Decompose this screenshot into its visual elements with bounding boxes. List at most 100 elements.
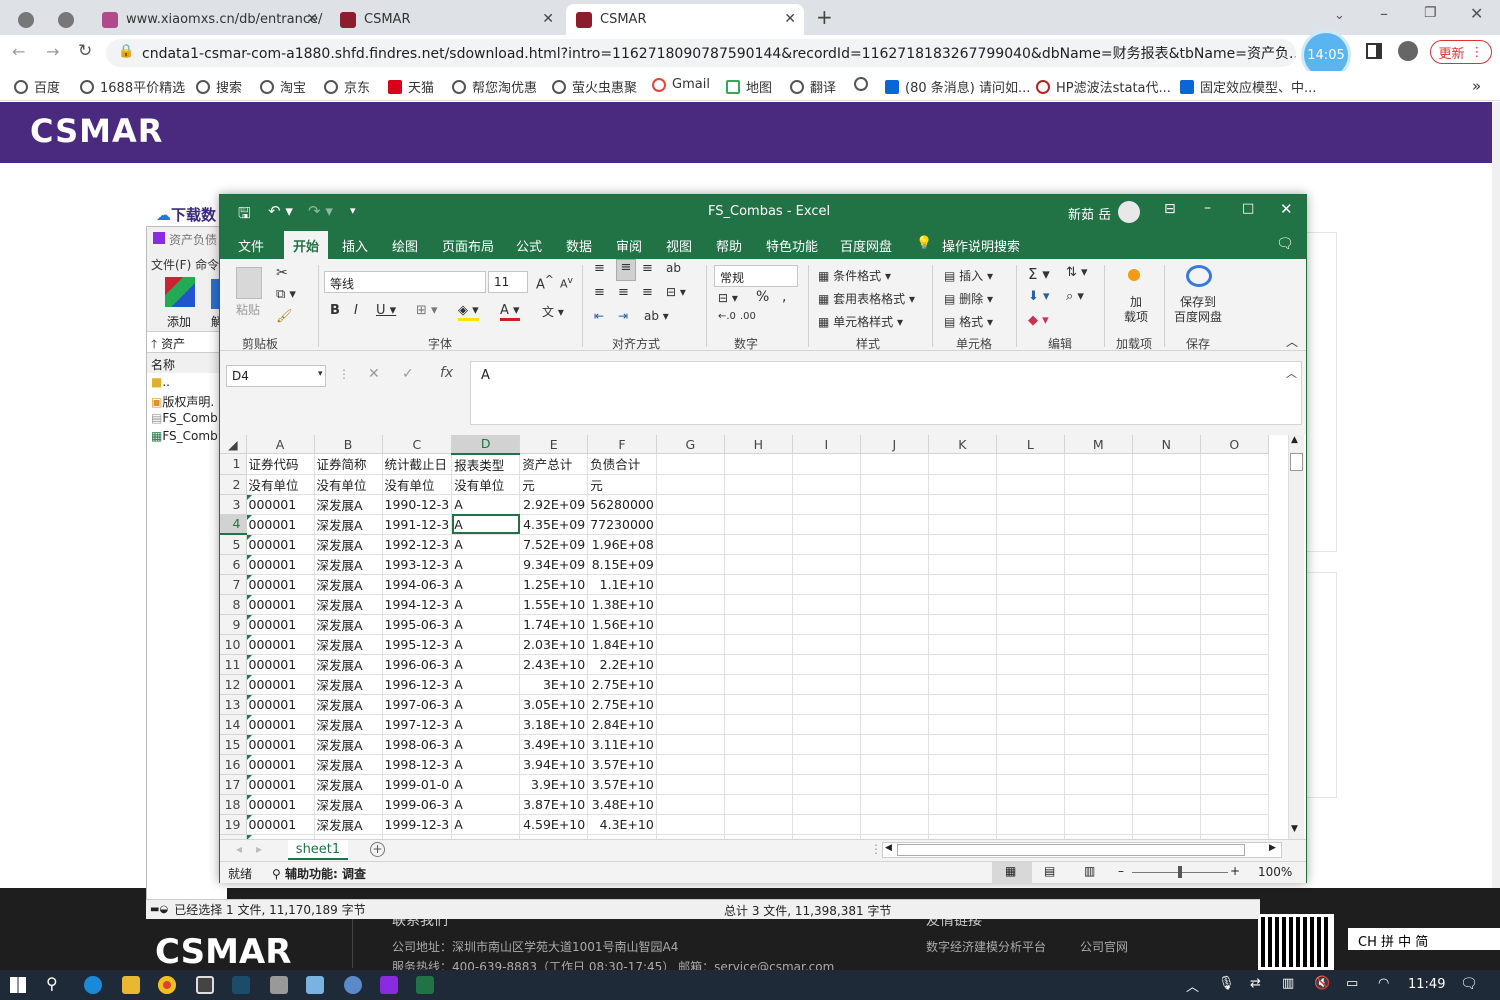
cell[interactable] [656, 714, 725, 735]
cell[interactable]: 2.92E+09 [519, 494, 589, 515]
cell[interactable]: 000001 [246, 614, 315, 635]
cell[interactable] [724, 453, 793, 475]
align-middle-icon[interactable]: ≡ [616, 259, 636, 281]
cell[interactable] [1132, 514, 1201, 535]
minimize-button[interactable]: – [1204, 200, 1211, 216]
cell[interactable] [724, 494, 793, 515]
bookmark-item[interactable]: 萤火虫惠聚 [552, 77, 637, 96]
volume-icon[interactable]: 🔇 [1314, 976, 1330, 991]
app-icon[interactable] [196, 976, 214, 994]
horizontal-scrollbar[interactable]: ◀ ▶ [882, 842, 1282, 858]
cell[interactable] [928, 474, 997, 495]
cell[interactable] [928, 514, 997, 535]
cell[interactable] [996, 674, 1065, 695]
cell[interactable] [996, 594, 1065, 615]
cell[interactable]: 深发展A [314, 534, 383, 555]
cell[interactable] [724, 754, 793, 775]
cell[interactable]: 深发展A [314, 614, 383, 635]
row-header[interactable]: 19 [220, 814, 247, 835]
cell[interactable]: 1996-06-3 [382, 654, 453, 675]
cell[interactable]: 报表类型 [451, 453, 521, 475]
bookmark-item[interactable]: 淘宝 [260, 77, 306, 96]
comma-style-icon[interactable]: , [782, 289, 786, 305]
cell[interactable]: 没有单位 [451, 474, 521, 495]
cell[interactable] [656, 694, 725, 715]
tab-special[interactable]: 特色功能 [766, 236, 818, 255]
windows-start-icon[interactable] [10, 977, 26, 993]
tab-view[interactable]: 视图 [666, 236, 692, 255]
cell[interactable] [792, 694, 861, 715]
zoom-level[interactable]: 100% [1258, 865, 1292, 879]
cell[interactable] [724, 814, 793, 835]
cell[interactable] [928, 774, 997, 795]
cell[interactable] [1132, 814, 1201, 835]
sidepanel-icon[interactable] [1366, 43, 1382, 59]
cell[interactable] [792, 534, 861, 555]
cell[interactable] [928, 814, 997, 835]
cell[interactable]: 000001 [246, 734, 315, 755]
comments-icon[interactable]: 🗨 [1276, 236, 1294, 252]
bookmarks-more[interactable]: » [1472, 77, 1481, 95]
cell[interactable] [1064, 714, 1133, 735]
cell[interactable]: 000001 [246, 594, 315, 615]
scroll-left-icon[interactable]: ◀ [885, 843, 892, 853]
increase-font-icon[interactable]: A^ [536, 273, 554, 292]
row-header[interactable]: 13 [220, 694, 247, 715]
file-row[interactable]: ▦FS_Comb [151, 429, 218, 443]
cell[interactable] [1064, 634, 1133, 655]
cell[interactable] [656, 754, 725, 775]
cell[interactable]: 56280000 [587, 494, 657, 515]
cell[interactable] [1200, 634, 1269, 655]
insert-cells-button[interactable]: ▤ 插入 ▾ [944, 267, 993, 284]
column-header[interactable]: H [724, 435, 793, 454]
cell[interactable] [928, 694, 997, 715]
cell[interactable] [1064, 794, 1133, 815]
close-icon[interactable]: ✕ [306, 11, 318, 27]
accessibility-status[interactable]: ⚲ 辅助功能: 调查 [272, 865, 366, 882]
cell[interactable] [1200, 694, 1269, 715]
sheet-next-icon[interactable]: ▸ [256, 842, 262, 856]
column-header[interactable]: O [1200, 435, 1269, 454]
cell[interactable] [724, 474, 793, 495]
cell[interactable] [724, 694, 793, 715]
cell[interactable] [928, 734, 997, 755]
undo-icon[interactable]: ↶ ▾ [268, 202, 293, 220]
cell[interactable] [656, 654, 725, 675]
merge-center-icon[interactable]: ⊟ ▾ [666, 285, 686, 299]
cell[interactable]: 深发展A [314, 754, 383, 775]
fill-color-icon[interactable]: ◈ ▾ [458, 303, 479, 321]
collapse-formula-bar-icon[interactable]: ︿ [1286, 365, 1297, 381]
cell[interactable]: A [451, 814, 521, 835]
accounting-format-icon[interactable]: ⊟ ▾ [718, 291, 738, 305]
borders-icon[interactable]: ⊞ ▾ [416, 303, 438, 318]
cell[interactable] [724, 534, 793, 555]
cell[interactable] [656, 734, 725, 755]
cell[interactable] [1200, 774, 1269, 795]
calculator-icon[interactable] [306, 976, 324, 994]
column-header[interactable]: E [519, 435, 589, 454]
cell[interactable] [928, 794, 997, 815]
cell[interactable] [996, 694, 1065, 715]
cell[interactable] [1064, 453, 1133, 475]
cell[interactable] [860, 453, 929, 475]
cell[interactable]: 深发展A [314, 514, 383, 535]
sync-icon[interactable]: ⇄ [1250, 976, 1261, 991]
cell[interactable] [792, 594, 861, 615]
winrar-menu[interactable]: 文件(F) 命令 [151, 256, 219, 273]
row-header[interactable]: 4 [220, 514, 247, 535]
cancel-entry-icon[interactable]: ✕ [368, 366, 380, 382]
cell[interactable]: 77230000 [587, 514, 657, 535]
file-row[interactable]: ▤FS_Comb [151, 411, 218, 425]
network-status-icon[interactable]: ▥ [1282, 976, 1294, 991]
cell[interactable]: 3.94E+10 [519, 754, 589, 775]
cell[interactable]: 3.05E+10 [519, 694, 589, 715]
cell[interactable]: 深发展A [314, 494, 383, 515]
select-all-corner[interactable]: ◢ [220, 435, 247, 454]
browser-tab[interactable]: www.xiaomxs.cn/db/entrance/✕ [92, 4, 326, 35]
cell[interactable] [860, 574, 929, 595]
cell[interactable] [860, 594, 929, 615]
cell[interactable] [792, 814, 861, 835]
cell[interactable] [1200, 574, 1269, 595]
font-size-select[interactable]: 11 [488, 271, 528, 293]
cell[interactable] [996, 534, 1065, 555]
